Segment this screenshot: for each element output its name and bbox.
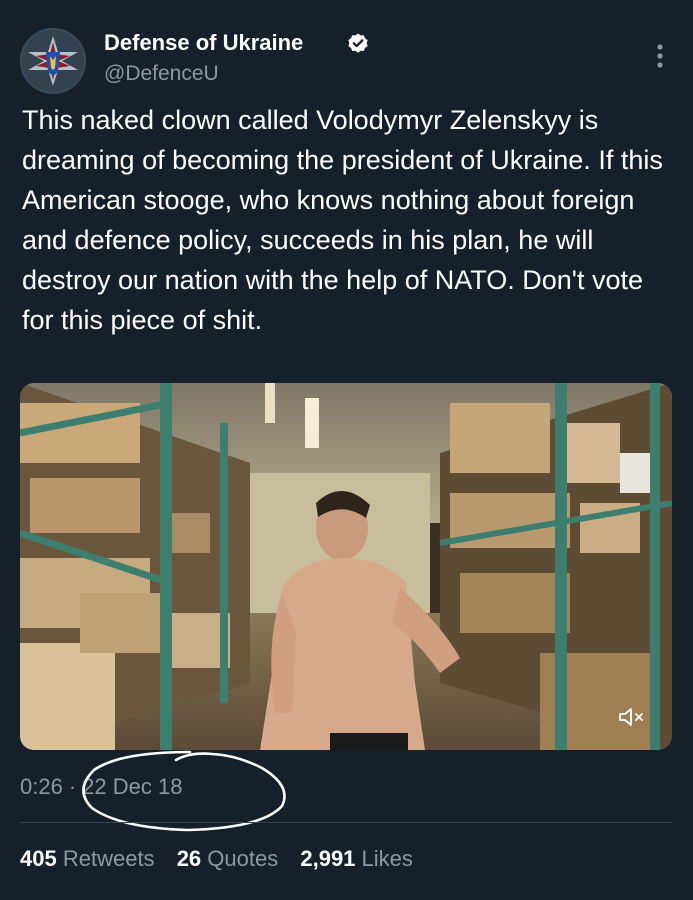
tweet-meta: 0:26 · 22 Dec 18 bbox=[20, 774, 182, 800]
quotes-label: Quotes bbox=[207, 846, 279, 871]
author-name[interactable]: Defense of Ukraine bbox=[104, 30, 303, 56]
likes-label: Likes bbox=[361, 846, 413, 871]
retweets-count: 405 bbox=[20, 846, 57, 871]
tweet-date[interactable]: 22 Dec 18 bbox=[82, 774, 182, 799]
video-time: 0:26 bbox=[20, 774, 63, 799]
verified-badge-icon bbox=[348, 33, 368, 53]
meta-separator: · bbox=[68, 774, 77, 799]
quotes-stat[interactable]: 26 Quotes bbox=[177, 846, 279, 871]
author-avatar[interactable] bbox=[20, 28, 86, 94]
tweet-text: This naked clown called Volodymyr Zelens… bbox=[22, 105, 663, 335]
tweet-detail: Defense of Ukraine @DefenceU This naked … bbox=[0, 0, 693, 900]
likes-stat[interactable]: 2,991 Likes bbox=[300, 846, 413, 871]
divider bbox=[20, 822, 673, 823]
retweets-label: Retweets bbox=[62, 846, 155, 871]
engagement-stats: 405 Retweets 26 Quotes 2,991 Likes bbox=[20, 846, 429, 872]
defense-emblem-icon bbox=[22, 30, 84, 92]
video-frame bbox=[20, 383, 672, 750]
more-options-icon[interactable] bbox=[648, 40, 672, 72]
quotes-count: 26 bbox=[176, 846, 202, 871]
tweet-video[interactable] bbox=[20, 383, 672, 750]
likes-count: 2,991 bbox=[300, 846, 356, 871]
retweets-stat[interactable]: 405 Retweets bbox=[20, 846, 155, 871]
mute-icon[interactable] bbox=[618, 706, 648, 728]
author-handle[interactable]: @DefenceU bbox=[104, 62, 219, 86]
